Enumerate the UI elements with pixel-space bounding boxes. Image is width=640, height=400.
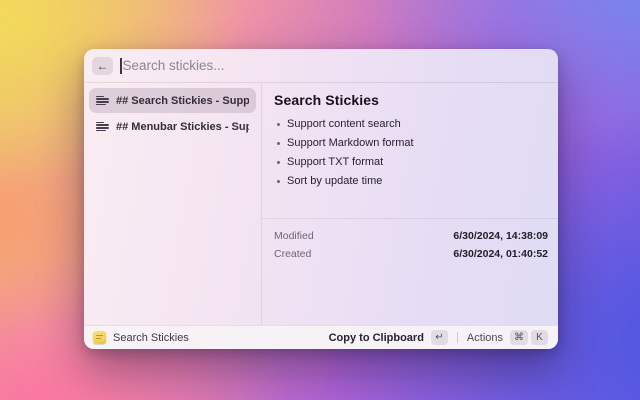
list-item-label: ## Search Stickies - Support ...	[116, 95, 249, 107]
desktop-background: ← Search stickies... ## Search Stickies …	[0, 0, 640, 400]
note-lines-icon	[96, 121, 109, 133]
actions-button[interactable]: Actions	[467, 332, 503, 344]
copy-to-clipboard-button[interactable]: Copy to Clipboard	[329, 332, 424, 344]
detail-bullet: Support Markdown format	[274, 137, 546, 149]
note-lines-icon	[96, 95, 109, 107]
action-bar: Search Stickies Copy to Clipboard ↵ Acti…	[84, 325, 558, 349]
sticky-note-icon	[93, 331, 106, 344]
detail-pane: Search Stickies Support content search S…	[262, 83, 558, 325]
back-button[interactable]: ←	[92, 57, 113, 75]
metadata-label: Modified	[274, 230, 314, 242]
list-item-label: ## Menubar Stickies - Support...	[116, 121, 249, 133]
back-arrow-icon: ←	[97, 59, 109, 73]
detail-bullet-list: Support content search Support Markdown …	[274, 118, 546, 187]
window-body: ## Search Stickies - Support ... ## Menu…	[84, 83, 558, 325]
list-item-menubar-stickies[interactable]: ## Menubar Stickies - Support...	[89, 114, 256, 139]
text-caret	[120, 58, 122, 74]
detail-bullet: Support TXT format	[274, 156, 546, 168]
detail-title: Search Stickies	[274, 92, 546, 108]
return-key-badge[interactable]: ↵	[431, 330, 448, 345]
detail-content: Search Stickies Support content search S…	[262, 83, 558, 218]
list-item-search-stickies[interactable]: ## Search Stickies - Support ...	[89, 88, 256, 113]
metadata-value: 6/30/2024, 14:38:09	[453, 230, 548, 242]
k-key-badge[interactable]: K	[531, 330, 548, 345]
detail-bullet: Sort by update time	[274, 175, 546, 187]
footer-divider	[457, 332, 458, 343]
metadata-label: Created	[274, 248, 311, 260]
metadata-value: 6/30/2024, 01:40:52	[453, 248, 548, 260]
search-input[interactable]: Search stickies...	[123, 58, 225, 73]
metadata-row-created: Created 6/30/2024, 01:40:52	[274, 245, 548, 263]
search-bar: ← Search stickies...	[84, 49, 558, 83]
metadata-row-modified: Modified 6/30/2024, 14:38:09	[274, 227, 548, 245]
launcher-window: ← Search stickies... ## Search Stickies …	[84, 49, 558, 349]
footer-app-name: Search Stickies	[113, 332, 189, 344]
metadata-section: Modified 6/30/2024, 14:38:09 Created 6/3…	[262, 218, 558, 325]
command-key-badge[interactable]: ⌘	[510, 330, 528, 345]
detail-bullet: Support content search	[274, 118, 546, 130]
results-list: ## Search Stickies - Support ... ## Menu…	[84, 83, 262, 325]
